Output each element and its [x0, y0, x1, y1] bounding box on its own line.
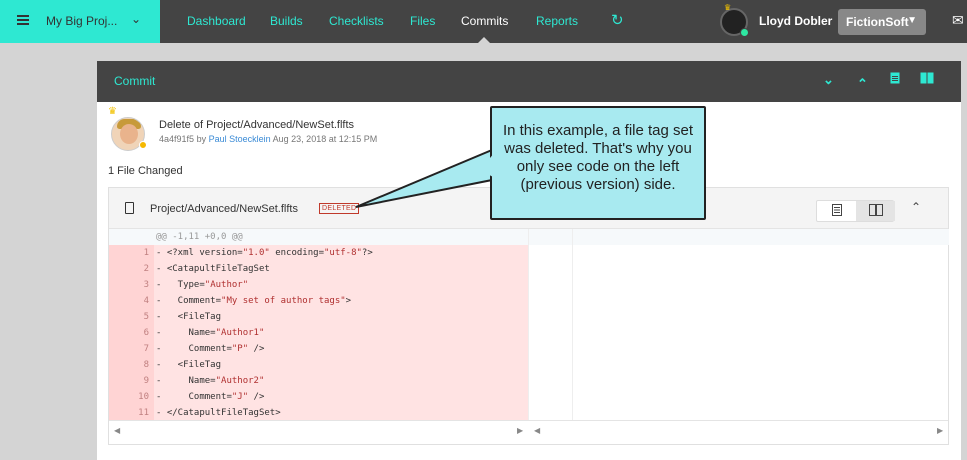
user-name[interactable]: Lloyd Dobler — [759, 14, 832, 28]
active-nav-indicator — [478, 37, 490, 43]
line-number: 8 — [109, 357, 154, 373]
file-diff: Project/Advanced/NewSet.flfts DELETED ⌃ … — [108, 187, 949, 445]
commit-message: Delete of Project/Advanced/NewSet.flfts — [159, 119, 355, 131]
hunk-header: @@ -1,11 +0,0 @@ — [109, 229, 528, 245]
scroll-right-icon[interactable]: ▶ — [937, 426, 943, 435]
diff-code: @@ -1,11 +0,0 @@ 1- <?xml version="1.0" … — [109, 229, 949, 421]
line-number: 6 — [109, 325, 154, 341]
diff-line: 1- <?xml version="1.0" encoding="utf-8"?… — [109, 245, 528, 261]
line-number: 9 — [109, 373, 154, 389]
diff-view-toggle — [816, 200, 895, 222]
crown-icon: ♛ — [724, 3, 732, 12]
callout-text: In this example, a file tag set was dele… — [502, 122, 694, 193]
split-view-icon[interactable] — [920, 72, 934, 87]
chevron-down-icon: ▼ — [907, 15, 917, 26]
org-name: FictionSoft — [846, 15, 909, 29]
unified-view-icon[interactable] — [890, 72, 900, 87]
menu-icon[interactable] — [17, 15, 29, 25]
line-number: 10 — [109, 389, 154, 405]
line-text: - <FileTag — [156, 312, 222, 322]
commit-date: Aug 23, 2018 at 12:15 PM — [272, 134, 378, 144]
line-text: - Type="Author" — [156, 280, 249, 290]
previous-version-pane: @@ -1,11 +0,0 @@ 1- <?xml version="1.0" … — [109, 229, 528, 421]
diff-line: 11- </CatapultFileTagSet> — [109, 405, 528, 421]
chevron-down-icon[interactable]: ⌄ — [131, 12, 141, 26]
line-number: 11 — [109, 405, 154, 421]
line-text: - Name="Author2" — [156, 376, 265, 386]
line-number: 1 — [109, 245, 154, 261]
unified-view-icon — [831, 204, 842, 216]
line-text: - Name="Author1" — [156, 328, 265, 338]
project-name[interactable]: My Big Proj... — [46, 14, 117, 28]
line-text: - Comment="P" /> — [156, 344, 265, 354]
online-status-icon — [740, 28, 749, 37]
org-selector[interactable]: FictionSoft ▼ — [838, 9, 926, 35]
top-bar: My Big Proj... ⌄ Dashboard Builds Checkl… — [0, 0, 967, 43]
scroll-left-icon[interactable]: ◀ — [114, 426, 120, 435]
nav-checklists[interactable]: Checklists — [329, 14, 384, 28]
line-text: - <CatapultFileTagSet — [156, 264, 270, 274]
diff-line: 3- Type="Author" — [109, 277, 528, 293]
line-number: 4 — [109, 293, 154, 309]
diff-line: 2- <CatapultFileTagSet — [109, 261, 528, 277]
commit-hash: 4a4f91f5 — [159, 134, 195, 144]
diff-line: 8- <FileTag — [109, 357, 528, 373]
collapse-file-icon[interactable]: ⌃ — [911, 200, 921, 214]
diff-file-path[interactable]: Project/Advanced/NewSet.flfts — [150, 203, 298, 215]
commit-author-link[interactable]: Paul Stoecklein — [209, 134, 271, 144]
file-icon — [125, 202, 134, 214]
horizontal-scrollbar[interactable]: ◀ ▶ ◀ ▶ — [109, 420, 948, 444]
user-avatar[interactable]: ♛ — [720, 3, 749, 37]
collapse-all-icon[interactable]: ⌃ — [857, 76, 868, 92]
commit-by: by — [196, 134, 207, 144]
split-view-icon — [868, 204, 883, 216]
commit-meta: 4a4f91f5 by Paul Stoecklein Aug 23, 2018… — [159, 134, 377, 144]
line-text: - Comment="My set of author tags"> — [156, 296, 352, 306]
line-text: - <?xml version="1.0" encoding="utf-8"?> — [156, 248, 373, 258]
status-badge: DELETED — [319, 203, 360, 214]
card-title: Commit — [114, 74, 156, 88]
diff-line: 5- <FileTag — [109, 309, 528, 325]
status-dot-icon — [139, 141, 147, 149]
line-number: 3 — [109, 277, 154, 293]
card-header: Commit ⌄ ⌃ — [97, 61, 961, 102]
diff-line: 9- Name="Author2" — [109, 373, 528, 389]
diff-line: 6- Name="Author1" — [109, 325, 528, 341]
scroll-right-icon[interactable]: ▶ — [517, 426, 523, 435]
project-selector[interactable]: My Big Proj... ⌄ — [0, 0, 160, 43]
nav-commits[interactable]: Commits — [461, 14, 508, 28]
line-text: - </CatapultFileTagSet> — [156, 408, 281, 418]
mail-icon[interactable]: ✉ — [952, 12, 964, 29]
crown-icon: ♛ — [108, 106, 117, 117]
callout-box: In this example, a file tag set was dele… — [490, 106, 706, 220]
line-number: 7 — [109, 341, 154, 357]
files-changed-count: 1 File Changed — [108, 165, 183, 177]
refresh-icon[interactable]: ↻ — [611, 11, 624, 29]
line-text: - Comment="J" /> — [156, 392, 265, 402]
expand-all-icon[interactable]: ⌄ — [823, 72, 834, 88]
unified-view-button[interactable] — [817, 201, 856, 221]
line-number: 2 — [109, 261, 154, 277]
split-view-button[interactable] — [856, 201, 895, 221]
nav-files[interactable]: Files — [410, 14, 435, 28]
line-number: 5 — [109, 309, 154, 325]
nav-reports[interactable]: Reports — [536, 14, 578, 28]
nav-builds[interactable]: Builds — [270, 14, 303, 28]
scroll-left-icon[interactable]: ◀ — [534, 426, 540, 435]
diff-line: 10- Comment="J" /> — [109, 389, 528, 405]
nav-dashboard[interactable]: Dashboard — [187, 14, 246, 28]
current-version-pane — [528, 229, 949, 420]
line-text: - <FileTag — [156, 360, 222, 370]
diff-line: 4- Comment="My set of author tags"> — [109, 293, 528, 309]
diff-line: 7- Comment="P" /> — [109, 341, 528, 357]
